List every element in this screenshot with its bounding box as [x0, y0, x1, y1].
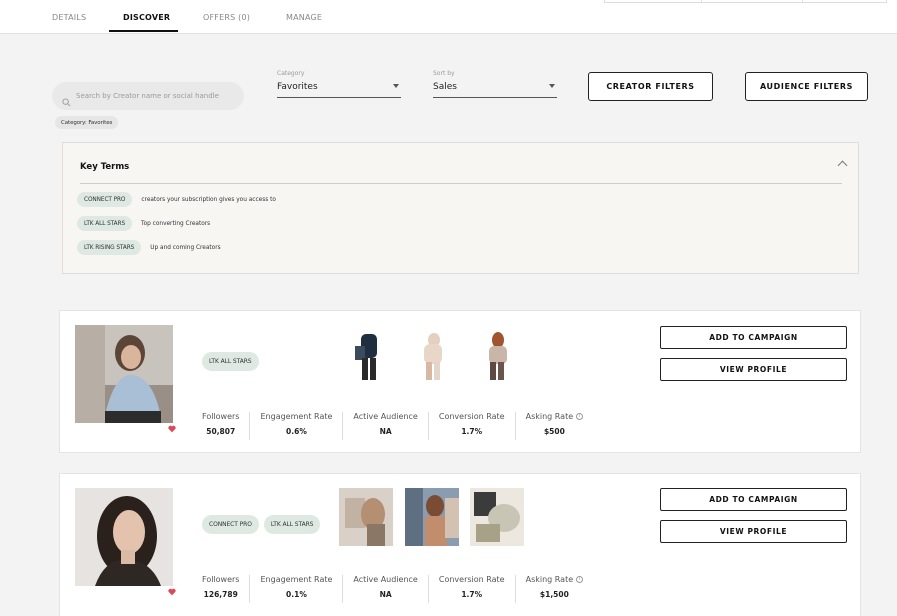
stat-value: 0.1%	[286, 590, 307, 599]
creator-filters-button[interactable]: CREATOR FILTERS	[588, 72, 713, 101]
search-icon	[62, 92, 71, 106]
key-term-row: LTK RISING STARS Up and coming Creators	[77, 240, 221, 255]
product-thumbnail[interactable]	[470, 488, 524, 546]
stat-label: Engagement Rate	[260, 575, 333, 584]
tab-discover[interactable]: DISCOVER	[123, 13, 170, 22]
audience-filters-button[interactable]: AUDIENCE FILTERS	[745, 72, 868, 101]
creator-badge: CONNECT PRO	[202, 515, 259, 534]
creator-stats: Followers 126,789 Engagement Rate 0.1% A…	[202, 575, 593, 603]
product-thumbnail[interactable]	[405, 488, 459, 546]
stat-value: $500	[543, 427, 565, 436]
chevron-down-icon	[393, 84, 399, 88]
stat-label-row: Asking Rate	[526, 412, 584, 421]
stat-active-audience: Active Audience NA	[343, 575, 429, 603]
product-thumbnail[interactable]	[339, 488, 393, 546]
creator-avatar[interactable]	[75, 325, 173, 423]
chevron-up-icon[interactable]	[837, 160, 848, 171]
search-input[interactable]	[76, 92, 236, 100]
top-control-box-1[interactable]	[604, 0, 702, 3]
key-term-row: CONNECT PRO creators your subscription g…	[77, 192, 276, 207]
chevron-down-icon	[549, 84, 555, 88]
stat-asking-rate: Asking Rate $500	[516, 412, 594, 440]
product-thumbnail[interactable]	[470, 326, 524, 384]
product-thumbnail[interactable]	[407, 326, 461, 384]
sort-select[interactable]: Sort by Sales	[433, 70, 557, 98]
stat-value: 0.6%	[286, 427, 307, 436]
stat-followers: Followers 126,789	[202, 575, 251, 603]
view-profile-button[interactable]: VIEW PROFILE	[660, 520, 847, 543]
sort-select-value: Sales	[433, 82, 457, 92]
key-term-row: LTK ALL STARS Top converting Creators	[77, 216, 210, 231]
stat-conversion: Conversion Rate 1.7%	[429, 412, 516, 440]
key-term-description: creators your subscription gives you acc…	[141, 196, 276, 203]
stat-engagement: Engagement Rate 0.6%	[250, 412, 344, 440]
favorite-heart-icon[interactable]	[168, 418, 176, 433]
top-control-box-2[interactable]	[701, 0, 803, 3]
stat-asking-rate: Asking Rate $1,500	[516, 575, 594, 603]
stat-label: Followers	[202, 575, 240, 584]
creator-avatar[interactable]	[75, 488, 173, 586]
key-terms-divider	[80, 183, 842, 184]
view-profile-button[interactable]: VIEW PROFILE	[660, 358, 847, 381]
stat-engagement: Engagement Rate 0.1%	[250, 575, 344, 603]
category-select[interactable]: Category Favorites	[277, 70, 401, 98]
stat-followers: Followers 50,807	[202, 412, 251, 440]
stat-value: $1,500	[539, 590, 569, 599]
stat-label: Followers	[202, 412, 240, 421]
key-term-description: Up and coming Creators	[150, 244, 221, 251]
creator-card: LTK ALL STARS Followers 50,807 Engagemen…	[59, 310, 861, 453]
key-terms-panel: Key Terms CONNECT PRO creators your subs…	[62, 142, 859, 274]
info-icon[interactable]	[576, 413, 584, 420]
stat-conversion: Conversion Rate 1.7%	[429, 575, 516, 603]
add-to-campaign-button[interactable]: ADD TO CAMPAIGN	[660, 326, 847, 349]
creator-search-field[interactable]	[52, 82, 244, 110]
top-tab-bar: DETAILS DISCOVER OFFERS (0) MANAGE	[0, 0, 897, 34]
stat-value: NA	[379, 427, 392, 436]
top-control-box-3[interactable]	[802, 0, 887, 3]
category-select-label: Category	[277, 70, 305, 77]
creator-badge: LTK ALL STARS	[202, 352, 259, 371]
stat-active-audience: Active Audience NA	[343, 412, 429, 440]
stat-value: NA	[379, 590, 392, 599]
creator-card: CONNECT PRO LTK ALL STARS Followers 126,…	[59, 473, 861, 616]
tab-manage[interactable]: MANAGE	[286, 13, 322, 22]
creator-stats: Followers 50,807 Engagement Rate 0.6% Ac…	[202, 412, 593, 440]
product-thumbnail[interactable]	[343, 326, 397, 384]
active-filter-chip[interactable]: Category: Favorites	[55, 116, 119, 129]
sort-select-label: Sort by	[433, 70, 455, 77]
creator-badges: CONNECT PRO LTK ALL STARS	[202, 515, 321, 534]
add-to-campaign-button[interactable]: ADD TO CAMPAIGN	[660, 488, 847, 511]
favorite-heart-icon[interactable]	[168, 581, 176, 596]
key-term-badge: CONNECT PRO	[77, 192, 133, 207]
stat-label: Active Audience	[353, 412, 418, 421]
info-icon[interactable]	[576, 576, 584, 583]
key-terms-title: Key Terms	[80, 162, 130, 172]
tab-offers[interactable]: OFFERS (0)	[203, 13, 250, 22]
stat-label: Engagement Rate	[260, 412, 333, 421]
stat-label: Asking Rate	[525, 412, 574, 421]
stat-label: Active Audience	[353, 575, 418, 584]
stat-label: Conversion Rate	[438, 412, 505, 421]
key-term-badge: LTK ALL STARS	[77, 216, 133, 231]
creator-badges: LTK ALL STARS	[202, 352, 259, 371]
stat-value: 1.7%	[461, 427, 483, 436]
stat-label: Conversion Rate	[438, 575, 505, 584]
stat-value: 1.7%	[461, 590, 483, 599]
active-tab-indicator	[109, 30, 178, 32]
stat-value: 126,789	[203, 590, 238, 599]
key-term-badge: LTK RISING STARS	[77, 240, 142, 255]
key-term-description: Top converting Creators	[141, 220, 211, 227]
stat-label: Asking Rate	[525, 575, 574, 584]
category-select-value: Favorites	[277, 82, 318, 92]
tab-details[interactable]: DETAILS	[52, 13, 86, 22]
stat-label-row: Asking Rate	[526, 575, 584, 584]
stat-value: 50,807	[206, 427, 236, 436]
creator-badge: LTK ALL STARS	[263, 515, 321, 534]
